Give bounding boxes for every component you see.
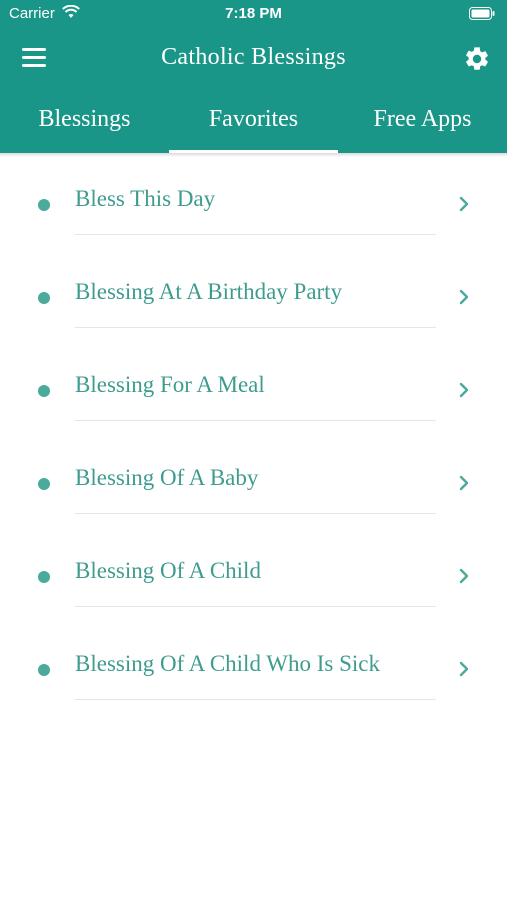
list-item-label: Blessing Of A Child xyxy=(75,558,261,583)
page-title: Catholic Blessings xyxy=(161,44,346,70)
divider xyxy=(75,234,436,235)
bullet-dot-icon xyxy=(38,478,50,490)
bullet-dot-icon xyxy=(38,664,50,676)
list-item[interactable]: Blessing For A Meal xyxy=(0,343,507,436)
list-item-label: Blessing For A Meal xyxy=(75,372,265,397)
chevron-right-icon xyxy=(459,475,469,491)
list-item-label: Blessing Of A Child Who Is Sick xyxy=(75,651,380,676)
list-item[interactable]: Blessing Of A Child Who Is Sick xyxy=(0,622,507,715)
favorites-list: Bless This Day Blessing At A Birthday Pa… xyxy=(0,157,507,715)
divider xyxy=(75,420,436,421)
list-item-label: Blessing At A Birthday Party xyxy=(75,279,343,304)
list-item-label: Bless This Day xyxy=(75,186,216,211)
divider xyxy=(75,327,436,328)
app-header: Carrier 7:18 PM Catholic Blessings Bless… xyxy=(0,0,507,153)
list-item-label: Blessing Of A Baby xyxy=(75,465,259,490)
tab-free-apps[interactable]: Free Apps xyxy=(338,92,507,153)
chevron-right-icon xyxy=(459,661,469,677)
list-item[interactable]: Blessing Of A Baby xyxy=(0,436,507,529)
bullet-dot-icon xyxy=(38,571,50,583)
status-time: 7:18 PM xyxy=(225,5,282,22)
status-bar: Carrier 7:18 PM xyxy=(0,0,507,28)
chevron-right-icon xyxy=(459,568,469,584)
divider xyxy=(75,513,436,514)
divider xyxy=(75,606,436,607)
list-item[interactable]: Bless This Day xyxy=(0,157,507,250)
tab-bar: Blessings Favorites Free Apps xyxy=(0,92,507,153)
navigation-bar: Catholic Blessings xyxy=(0,28,507,92)
list-item[interactable]: Blessing Of A Child xyxy=(0,529,507,622)
list-item[interactable]: Blessing At A Birthday Party xyxy=(0,250,507,343)
chevron-right-icon xyxy=(459,196,469,212)
divider xyxy=(75,699,436,700)
bullet-dot-icon xyxy=(38,199,50,211)
bullet-dot-icon xyxy=(38,385,50,397)
battery-icon xyxy=(469,7,495,20)
gear-icon[interactable] xyxy=(463,45,491,73)
tab-favorites[interactable]: Favorites xyxy=(169,92,338,153)
tab-blessings[interactable]: Blessings xyxy=(0,92,169,153)
bullet-dot-icon xyxy=(38,292,50,304)
chevron-right-icon xyxy=(459,382,469,398)
chevron-right-icon xyxy=(459,289,469,305)
